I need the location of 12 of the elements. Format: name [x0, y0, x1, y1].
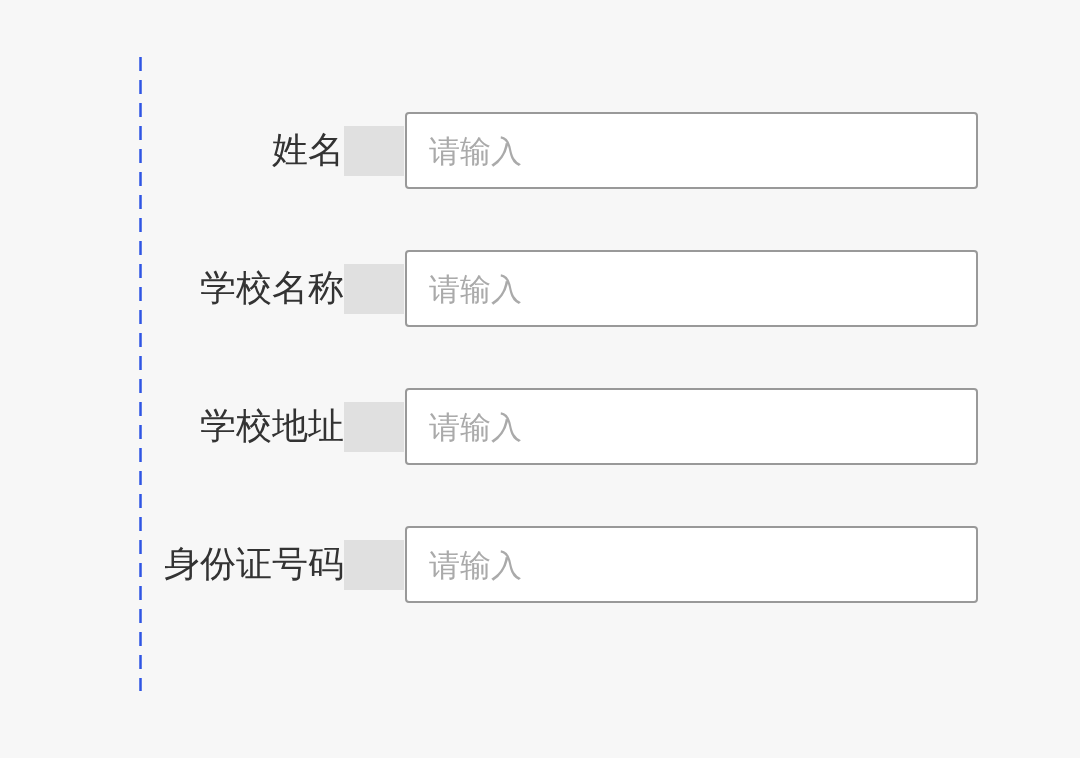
field-label: 学校地址	[199, 404, 344, 448]
input-field[interactable]: 请输入	[405, 388, 978, 465]
spacing-block	[344, 539, 404, 590]
spacing-block	[344, 401, 404, 452]
field-label: 姓名	[271, 128, 344, 172]
input-field[interactable]: 请输入	[405, 250, 978, 327]
spacing-block	[344, 125, 404, 176]
input-field[interactable]: 请输入	[405, 526, 978, 603]
field-label: 学校名称	[199, 266, 344, 310]
field-label: 身份证号码	[163, 542, 344, 586]
spacing-block	[344, 263, 404, 314]
input-field[interactable]: 请输入	[405, 112, 978, 189]
